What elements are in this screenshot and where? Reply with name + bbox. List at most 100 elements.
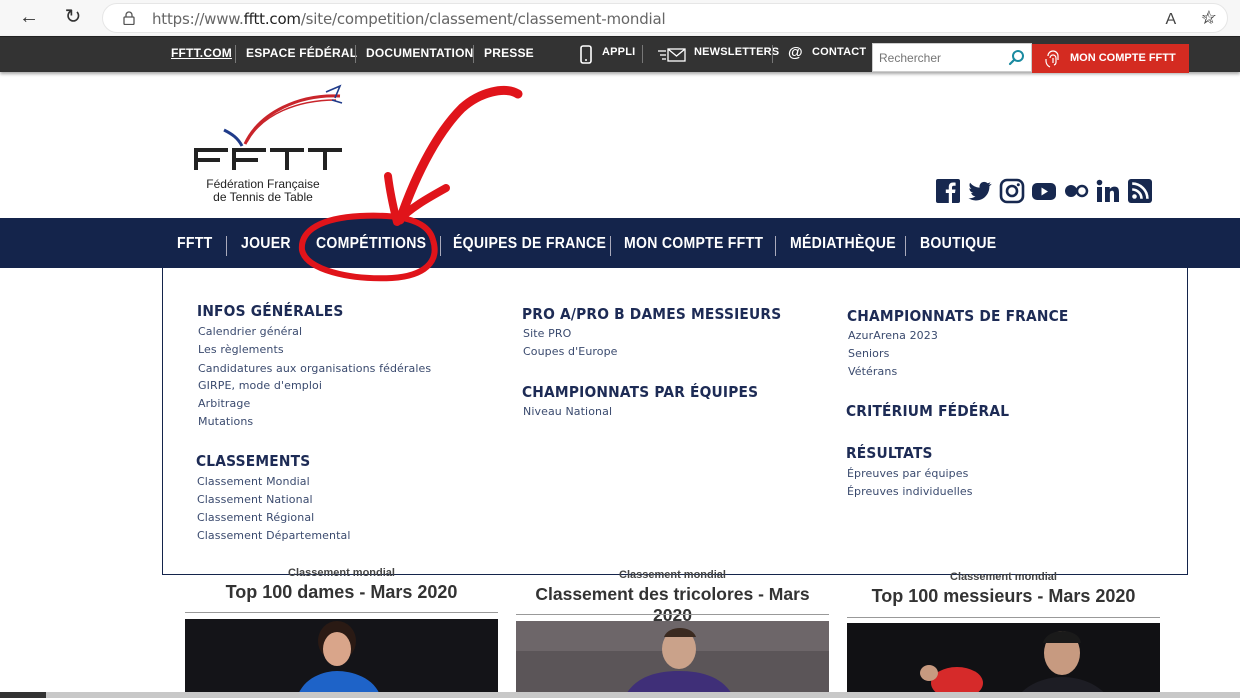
url-text[interactable]: https://www.fftt.com/site/competition/cl…	[152, 10, 666, 28]
main-navigation: FFTT JOUER COMPÉTITIONS ÉQUIPES DE FRANC…	[0, 218, 1240, 268]
player-photo	[516, 621, 829, 698]
nav-item-competitions[interactable]: COMPÉTITIONS	[316, 235, 426, 253]
menu-link-mutations[interactable]: Mutations	[198, 415, 253, 428]
back-arrow-icon[interactable]: ←	[16, 6, 42, 28]
section-title-classements[interactable]: CLASSEMENTS	[196, 452, 310, 470]
fingerprint-icon	[1045, 50, 1059, 68]
lock-icon[interactable]	[123, 11, 135, 25]
card-title-top100-dames[interactable]: Top 100 dames - Mars 2020	[185, 582, 498, 603]
section-title-criterium[interactable]: CRITÉRIUM FÉDÉRAL	[846, 402, 1009, 420]
menu-link-classement-regional[interactable]: Classement Régional	[197, 511, 314, 524]
topbar-link-espace-federal[interactable]: ESPACE FÉDÉRAL	[246, 46, 357, 60]
my-account-label: MON COMPTE FFTT	[1070, 52, 1176, 64]
topbar-link-newsletters[interactable]: NEWSLETTERS	[694, 46, 779, 58]
divider	[905, 236, 906, 256]
scrollbar-thumb[interactable]	[0, 692, 46, 698]
card-caption: Classement mondial	[950, 571, 1057, 583]
search-input[interactable]	[873, 44, 1003, 71]
menu-link-azurarena[interactable]: AzurArena 2023	[848, 329, 938, 342]
section-title-pro[interactable]: PRO A/PRO B DAMES MESSIEURS	[522, 305, 781, 323]
card-divider	[847, 617, 1160, 618]
my-account-button[interactable]: MON COMPTE FFTT	[1032, 44, 1189, 73]
flickr-icon[interactable]	[1063, 178, 1089, 204]
menu-link-epreuves-individuelles[interactable]: Épreuves individuelles	[847, 485, 973, 498]
divider	[355, 45, 356, 63]
utility-bar: FFTT.COM ESPACE FÉDÉRAL DOCUMENTATION PR…	[0, 36, 1240, 73]
divider	[772, 45, 773, 63]
menu-link-niveau-national[interactable]: Niveau National	[523, 405, 612, 418]
facebook-icon[interactable]	[935, 178, 961, 204]
menu-link-classement-departemental[interactable]: Classement Départemental	[197, 529, 351, 542]
card-image-tricolores[interactable]	[516, 621, 829, 698]
topbar-link-contact[interactable]: CONTACT	[812, 46, 866, 58]
linkedin-icon[interactable]	[1095, 178, 1121, 204]
card-image-top100-dames[interactable]	[185, 619, 498, 698]
card-title-top100-messieurs[interactable]: Top 100 messieurs - Mars 2020	[847, 586, 1160, 607]
divider	[226, 236, 227, 256]
url-path: /site/competition/classement/classement-…	[300, 10, 666, 28]
browser-toolbar: ← ↻ https://www.fftt.com/site/competitio…	[0, 0, 1240, 36]
divider	[440, 236, 441, 256]
divider	[642, 45, 643, 63]
rss-icon[interactable]	[1127, 178, 1153, 204]
card-caption: Classement mondial	[619, 569, 726, 581]
phone-icon	[580, 45, 592, 64]
divider	[235, 45, 236, 63]
reload-icon[interactable]: ↻	[60, 6, 86, 28]
youtube-icon[interactable]	[1031, 178, 1057, 204]
menu-link-arbitrage[interactable]: Arbitrage	[198, 397, 250, 410]
card-image-top100-messieurs[interactable]	[847, 623, 1160, 698]
card-caption: Classement mondial	[288, 567, 395, 579]
card-title-tricolores[interactable]: Classement des tricolores - Mars 2020	[516, 584, 829, 626]
topbar-link-fftt[interactable]: FFTT.COM	[171, 46, 232, 60]
section-title-championnats-france[interactable]: CHAMPIONNATS DE FRANCE	[847, 307, 1069, 325]
menu-link-reglements[interactable]: Les règlements	[198, 343, 284, 356]
nav-item-fftt[interactable]: FFTT	[177, 235, 212, 253]
social-links	[935, 178, 1153, 204]
player-photo	[847, 623, 1160, 698]
url-prefix: https://www.	[152, 10, 244, 28]
topbar-link-appli[interactable]: APPLI	[602, 46, 635, 58]
nav-item-mediatheque[interactable]: MÉDIATHÈQUE	[790, 235, 896, 253]
twitter-icon[interactable]	[967, 178, 993, 204]
nav-item-mon-compte[interactable]: MON COMPTE FFTT	[624, 235, 763, 253]
read-aloud-icon[interactable]: A	[1166, 11, 1177, 29]
at-icon: @	[788, 44, 803, 61]
menu-link-coupes-europe[interactable]: Coupes d'Europe	[523, 345, 618, 358]
menu-link-classement-mondial[interactable]: Classement Mondial	[197, 475, 310, 488]
nav-item-jouer[interactable]: JOUER	[241, 235, 291, 253]
menu-link-calendrier[interactable]: Calendrier général	[198, 325, 302, 338]
menu-link-seniors[interactable]: Seniors	[848, 347, 889, 360]
logo-caption: Fédération Française de Tennis de Table	[198, 178, 328, 204]
favorites-icon[interactable]: ☆	[1196, 6, 1222, 28]
divider	[610, 236, 611, 256]
url-host: fftt.com	[243, 10, 301, 28]
menu-link-veterans[interactable]: Vétérans	[848, 365, 897, 378]
divider	[473, 45, 474, 63]
section-title-championnats-equipes[interactable]: CHAMPIONNATS PAR ÉQUIPES	[522, 383, 758, 401]
nav-item-boutique[interactable]: BOUTIQUE	[920, 235, 996, 253]
menu-link-site-pro[interactable]: Site PRO	[523, 327, 571, 340]
menu-link-candidatures[interactable]: Candidatures aux organisations fédérales	[198, 362, 431, 375]
card-divider	[185, 612, 498, 613]
topbar-link-documentation[interactable]: DOCUMENTATION	[366, 46, 473, 60]
section-title-infos-generales[interactable]: INFOS GÉNÉRALES	[197, 302, 344, 320]
competitions-dropdown: INFOS GÉNÉRALES Calendrier général Les r…	[162, 268, 1188, 575]
instagram-icon[interactable]	[999, 178, 1025, 204]
player-photo	[185, 619, 498, 698]
address-bar[interactable]: https://www.fftt.com/site/competition/cl…	[102, 3, 1228, 33]
envelope-icon	[658, 48, 686, 62]
horizontal-scrollbar[interactable]	[0, 692, 1240, 698]
nav-item-equipes-de-france[interactable]: ÉQUIPES DE FRANCE	[453, 235, 606, 253]
menu-link-epreuves-equipes[interactable]: Épreuves par équipes	[847, 467, 968, 480]
card-divider	[516, 614, 829, 615]
search-box	[872, 43, 1032, 72]
topbar-link-presse[interactable]: PRESSE	[484, 46, 534, 60]
section-title-resultats[interactable]: RÉSULTATS	[846, 444, 933, 462]
search-icon[interactable]	[1008, 49, 1026, 67]
logo-line-2: de Tennis de Table	[213, 190, 313, 204]
menu-link-girpe[interactable]: GIRPE, mode d'emploi	[198, 379, 322, 392]
divider	[775, 236, 776, 256]
menu-link-classement-national[interactable]: Classement National	[197, 493, 313, 506]
divider	[302, 236, 303, 256]
